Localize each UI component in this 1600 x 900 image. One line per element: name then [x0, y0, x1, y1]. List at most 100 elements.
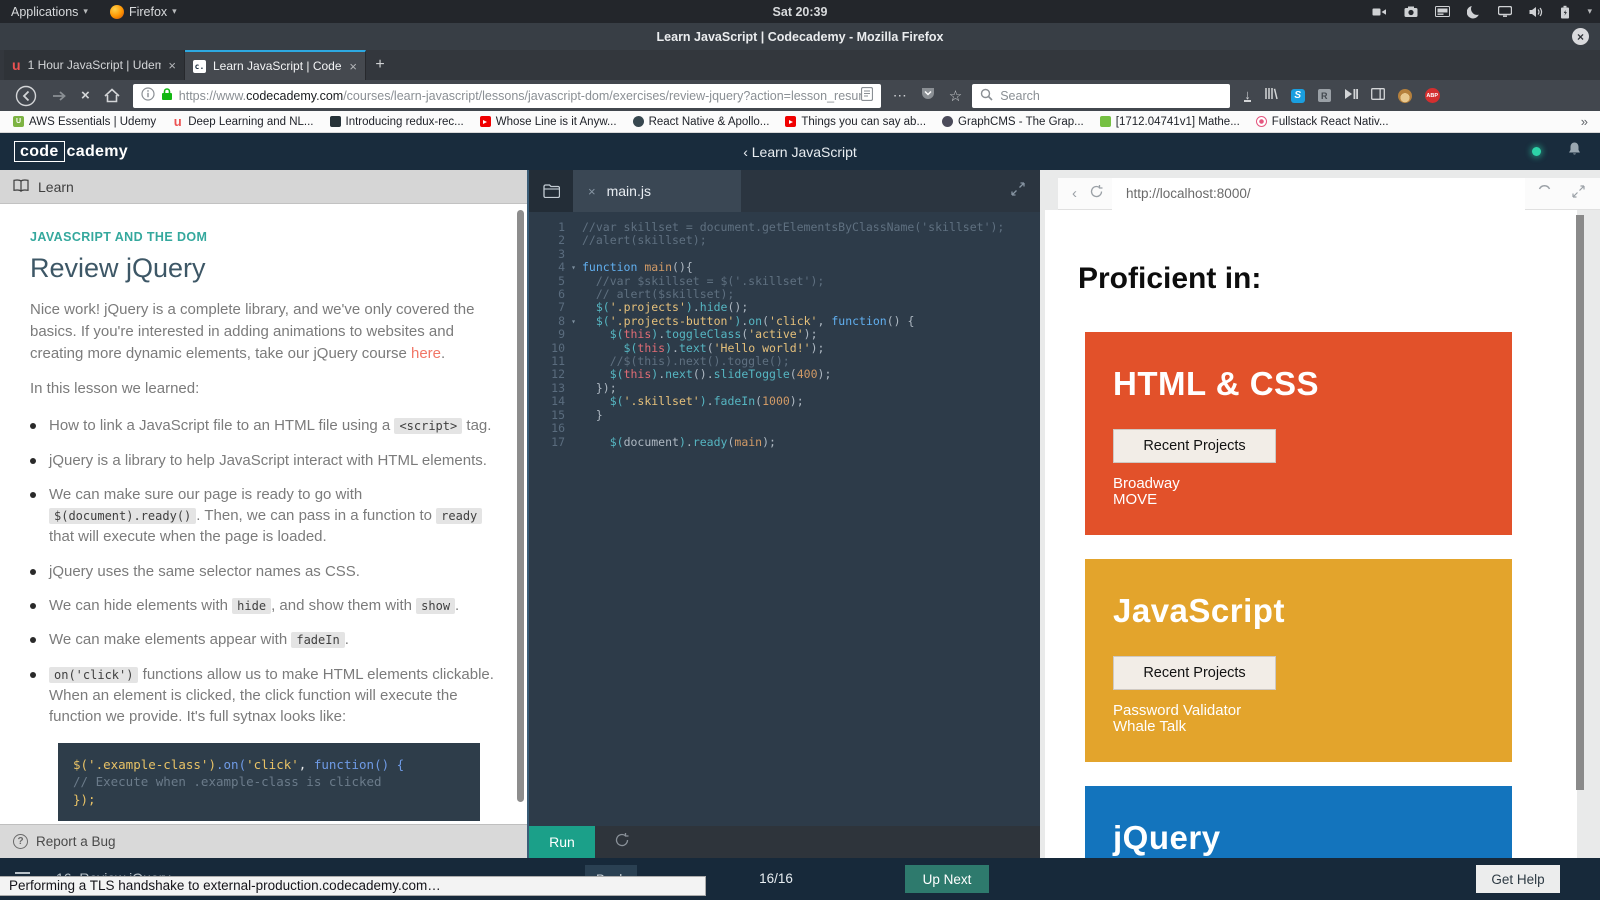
loading-spinner-icon [1537, 184, 1552, 204]
expand-editor-icon[interactable] [1011, 181, 1025, 201]
clock[interactable]: Sat 20:39 [773, 5, 828, 19]
project-link[interactable]: Whale Talk [1113, 719, 1484, 735]
codecademy-logo[interactable]: code cademy [14, 141, 128, 162]
preview-scrollbar-thumb[interactable] [1576, 215, 1584, 790]
get-help-button[interactable]: Get Help [1476, 865, 1560, 893]
up-next-button[interactable]: Up Next [905, 865, 989, 893]
run-button[interactable]: Run [529, 826, 595, 858]
firefox-menu[interactable]: Firefox ▾ [99, 0, 188, 23]
text: We can make sure our page is ready to go… [49, 485, 363, 503]
example-code-block: $('.example-class').on('click', function… [58, 742, 480, 822]
bookmark-star-icon[interactable]: ☆ [949, 87, 962, 105]
bookmark-item[interactable]: React Native & Apollo... [625, 111, 778, 132]
notifications-bell-icon[interactable] [1567, 141, 1582, 162]
lock-icon[interactable] [161, 87, 173, 104]
p-token: ( [789, 367, 797, 382]
bookmark-item[interactable]: Whose Line is it Anyw... [472, 111, 625, 132]
monitor-icon[interactable] [1498, 6, 1513, 17]
lesson-scrollbar-thumb[interactable] [517, 210, 524, 802]
url-bar[interactable]: https://www.codecademy.com/courses/learn… [132, 83, 881, 108]
r-addon-icon[interactable]: R [1317, 89, 1331, 102]
book-icon [13, 178, 29, 195]
recent-projects-button[interactable]: Recent Projects [1113, 429, 1276, 463]
fold-caret-icon[interactable]: ▾ [565, 261, 582, 274]
tab-udemy[interactable]: u 1 Hour JavaScript | Udem × [4, 50, 185, 80]
tab-codecademy[interactable]: c. Learn JavaScript | Codec × [185, 50, 366, 80]
camcorder-icon[interactable] [1372, 6, 1387, 18]
bullet-marker [30, 671, 36, 678]
fold-caret-icon[interactable]: ▾ [565, 315, 582, 328]
project-link[interactable]: Broadway [1113, 475, 1484, 492]
preview-refresh-icon[interactable] [1089, 184, 1104, 204]
page-actions-icon[interactable]: ⋯ [893, 87, 907, 104]
bookmarks-overflow-chevron[interactable]: » [1581, 114, 1600, 129]
learn-tab-header[interactable]: Learn [0, 170, 527, 204]
p-token: ); [803, 327, 818, 342]
adblock-plus-icon[interactable]: ABP [1424, 88, 1440, 103]
night-light-icon[interactable] [1467, 5, 1481, 19]
t-token: $( [595, 300, 610, 315]
camera-icon[interactable] [1404, 6, 1418, 18]
tampermonkey-icon[interactable] [1397, 88, 1412, 103]
p-token: ); [789, 394, 804, 409]
line-number: 13 [551, 380, 565, 395]
header-actions [1532, 141, 1582, 162]
bookmark-item[interactable]: Fullstack React Nativ... [1248, 111, 1397, 132]
t-token: next [665, 367, 693, 382]
open-preview-new-window-icon[interactable] [1572, 184, 1585, 203]
sidebar-toggle-icon[interactable] [1370, 87, 1385, 105]
library-icon[interactable] [1264, 87, 1278, 105]
url-text[interactable]: https://www.codecademy.com/courses/learn… [179, 89, 861, 103]
back-button[interactable] [15, 85, 37, 107]
home-button[interactable] [104, 88, 120, 103]
report-bug-bar[interactable]: ? Report a Bug [0, 824, 527, 858]
p-token: . [692, 300, 700, 315]
text: , and show them with [271, 597, 417, 615]
bookmark-item[interactable]: U AWS Essentials | Udemy [5, 111, 164, 132]
tab-label: Learn JavaScript | Codec [213, 59, 343, 73]
bookmark-item[interactable]: [1712.04741v1] Mathe... [1092, 111, 1248, 132]
s-token: 'Hello world!' [713, 340, 811, 355]
stop-button[interactable]: × [81, 87, 90, 104]
learn-tab-label: Learn [38, 178, 74, 195]
reset-code-icon[interactable] [614, 832, 630, 853]
bookmark-item[interactable]: Things you can say ab... [777, 111, 934, 132]
battery-icon[interactable] [1560, 5, 1570, 19]
search-bar[interactable]: Search [972, 83, 1231, 108]
breadcrumb[interactable]: ‹ Learn JavaScript [743, 144, 857, 160]
reader-mode-icon[interactable] [860, 86, 873, 104]
preview-panel: ‹ http://localhost:8000/ Proficient in: … [1040, 170, 1600, 858]
lesson-content: JAVASCRIPT AND THE DOM Review jQuery Nic… [0, 204, 515, 824]
site-info-icon[interactable] [141, 87, 155, 104]
jquery-course-link[interactable]: here [411, 345, 441, 362]
bookmark-item[interactable]: GraphCMS - The Grap... [934, 111, 1092, 132]
editor-file-tab[interactable]: × main.js [573, 170, 741, 212]
display-icon[interactable] [1435, 5, 1451, 18]
downloads-icon[interactable]: ↓ [1244, 88, 1251, 102]
bookmark-item[interactable]: Introducing redux-rec... [322, 111, 472, 132]
window-close-button[interactable]: × [1572, 28, 1589, 45]
volume-icon[interactable] [1529, 6, 1543, 18]
preview-url-bar[interactable]: http://localhost:8000/ [1112, 177, 1525, 210]
recent-projects-button[interactable]: Recent Projects [1113, 656, 1276, 691]
inline-code-chip: ready [436, 508, 483, 525]
shazam-addon-icon[interactable]: S [1290, 88, 1305, 103]
bookmark-item[interactable]: u Deep Learning and NL... [164, 111, 321, 132]
tab-close-icon[interactable]: × [588, 184, 596, 199]
forward-button[interactable] [51, 89, 67, 103]
pocket-icon[interactable] [921, 87, 935, 105]
code-area[interactable]: 1 //var skillset = document.getElementsBy… [529, 212, 1040, 826]
project-link[interactable]: Password Validator [1113, 703, 1484, 719]
line-number: 17 [551, 434, 565, 449]
codecademy-favicon: c. [193, 59, 206, 73]
gutter-space [565, 395, 582, 408]
tab-close-icon[interactable]: × [349, 59, 357, 74]
applications-menu[interactable]: Applications ▾ [0, 0, 99, 23]
project-link[interactable]: MOVE [1113, 491, 1484, 508]
new-tab-button[interactable]: + [366, 50, 394, 80]
preview-back-icon[interactable]: ‹ [1072, 185, 1077, 202]
tab-close-icon[interactable]: × [168, 58, 176, 73]
screenshare-icon[interactable] [1344, 87, 1358, 105]
tray-caret-icon[interactable]: ▾ [1587, 6, 1592, 17]
file-tree-button[interactable] [529, 170, 573, 212]
